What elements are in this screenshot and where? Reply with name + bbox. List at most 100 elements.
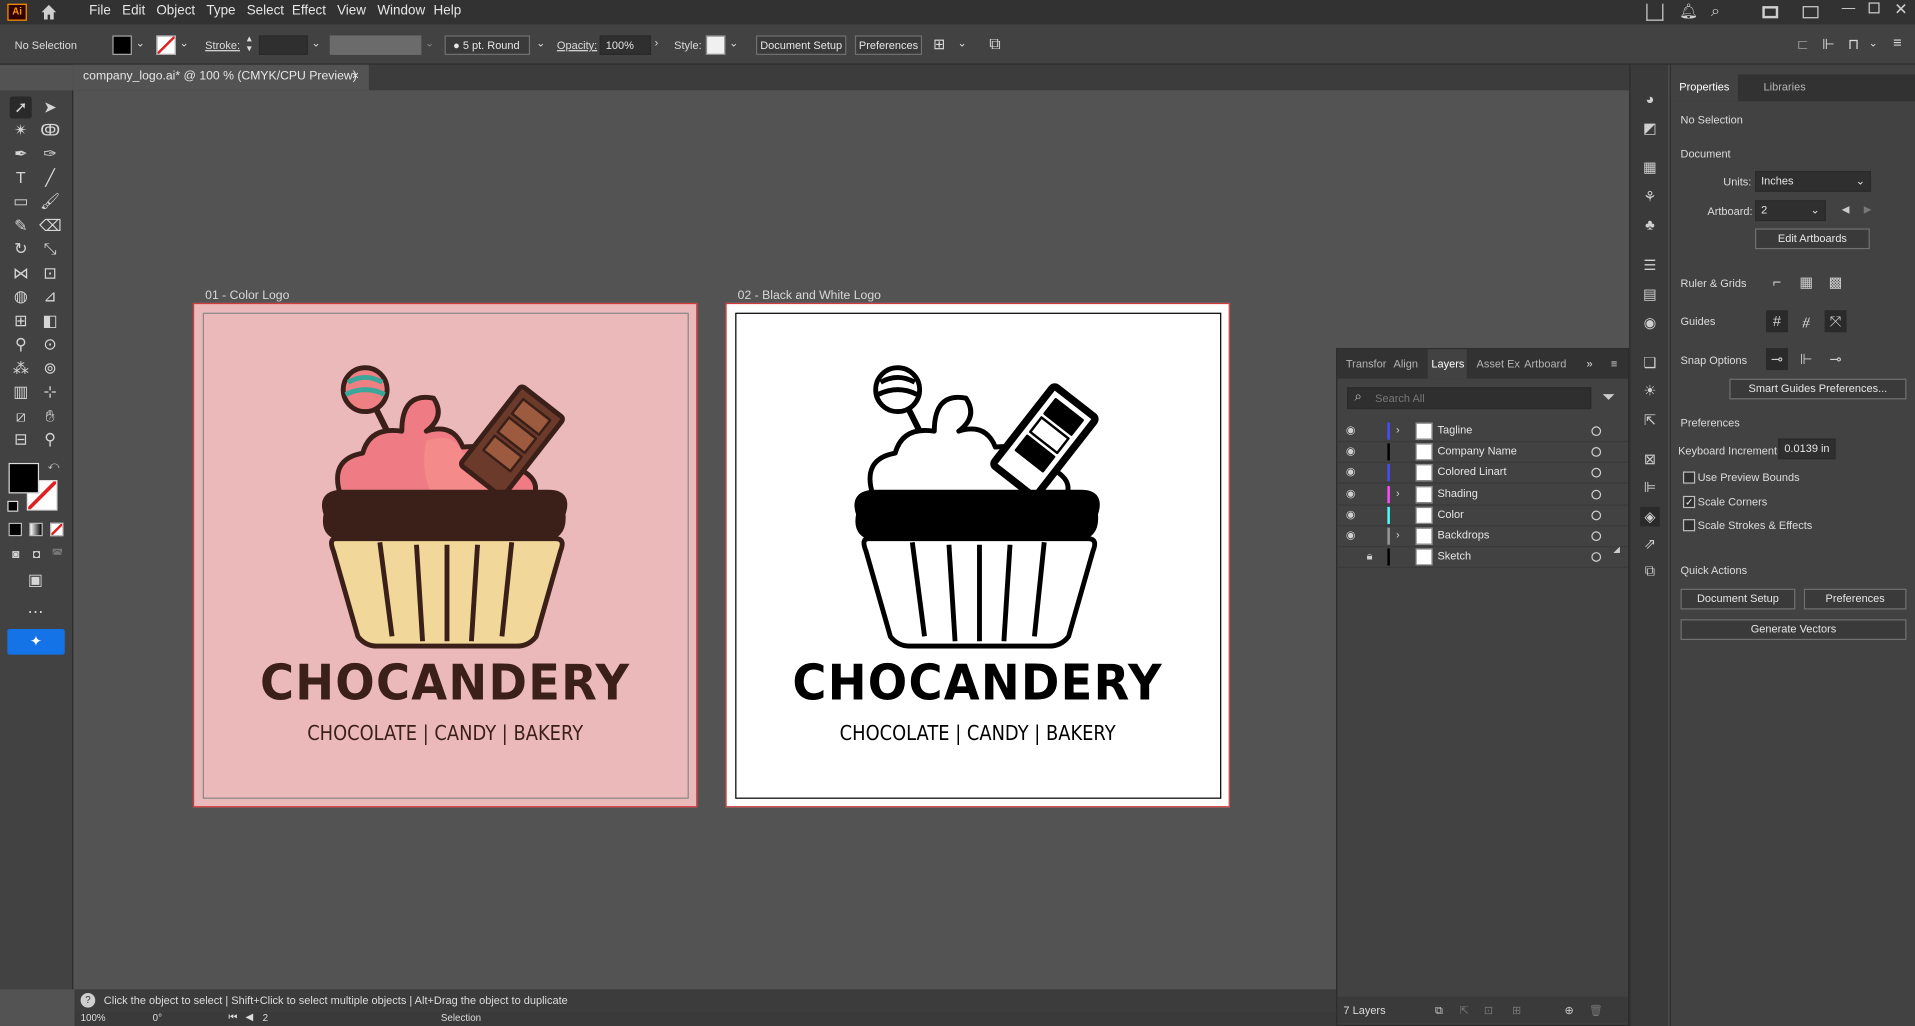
tab-layers[interactable]: Layers: [1427, 349, 1467, 379]
help-icon[interactable]: ?: [80, 992, 96, 1008]
gradient-mode-icon[interactable]: [29, 522, 43, 537]
column-graph-icon[interactable]: ▥: [10, 381, 32, 403]
use-preview-bounds-checkbox[interactable]: [1682, 471, 1696, 484]
pen-tool-icon[interactable]: ✒: [10, 143, 32, 165]
visibility-eye-icon[interactable]: ◉: [1346, 466, 1356, 479]
symbol-sprayer-icon[interactable]: ⁂: [10, 358, 32, 380]
close-icon[interactable]: ✕: [1894, 0, 1907, 20]
slice-tool-icon[interactable]: ⧄: [10, 406, 32, 428]
snap-to-pixel-icon[interactable]: ⊩: [1795, 348, 1817, 370]
artboard-tool-icon[interactable]: ⊹: [39, 381, 61, 403]
panel-menu-icon[interactable]: ≡: [1893, 34, 1902, 51]
qa-preferences-button[interactable]: Preferences: [1803, 588, 1907, 610]
transform-icon[interactable]: ⊓: [1848, 35, 1859, 52]
variable-width-profile[interactable]: [329, 35, 422, 55]
visibility-eye-icon[interactable]: ◉: [1346, 445, 1356, 458]
color-mode-icon[interactable]: [8, 522, 22, 537]
layer-name[interactable]: Sketch: [1437, 550, 1471, 562]
minimize-icon[interactable]: —: [1842, 1, 1855, 16]
lasso-icon[interactable]: ↂ: [39, 120, 61, 142]
magic-wand-icon[interactable]: ✴: [10, 120, 32, 142]
locate-object-icon[interactable]: ⇱: [1459, 997, 1468, 1024]
rulers-icon[interactable]: ⌐: [1766, 271, 1788, 293]
tab-transform[interactable]: Transfor: [1346, 349, 1387, 378]
line-tool-icon[interactable]: ╱: [39, 167, 61, 189]
tab-artboards[interactable]: Artboard: [1524, 349, 1566, 378]
layer-row[interactable]: ◉ › Tagline: [1337, 421, 1628, 443]
direct-selection-tool-icon[interactable]: ➤: [39, 96, 61, 118]
layer-name[interactable]: Backdrops: [1437, 529, 1489, 541]
graphic-style-swatch[interactable]: [705, 35, 726, 55]
transform-panel-icon[interactable]: ⊠: [1640, 449, 1660, 469]
hand-tool-icon[interactable]: ✋︎: [39, 406, 61, 428]
stroke-weight-field[interactable]: [258, 35, 308, 55]
edit-toolbar-icon[interactable]: ⋯: [24, 601, 46, 623]
selection-tool-icon[interactable]: ➚: [9, 96, 32, 119]
qa-document-setup-button[interactable]: Document Setup: [1680, 588, 1796, 610]
layer-target-icon[interactable]: [1591, 447, 1602, 458]
mesh-tool-icon[interactable]: ⊞: [10, 310, 32, 332]
layer-target-icon[interactable]: [1591, 426, 1602, 437]
edit-artboards-button[interactable]: Edit Artboards: [1755, 228, 1870, 250]
document-tab[interactable]: company_logo.ai* @ 100 % (CMYK/CPU Previ…: [73, 64, 369, 91]
visibility-eye-icon[interactable]: ◉: [1346, 424, 1356, 437]
show-guides-icon[interactable]: #: [1765, 310, 1788, 333]
visibility-eye-icon[interactable]: ◉: [1346, 508, 1356, 521]
layer-target-icon[interactable]: [1591, 510, 1602, 521]
free-transform-icon[interactable]: ⊡: [39, 263, 61, 285]
appearance-icon[interactable]: ❏: [1640, 353, 1660, 373]
filter-icon[interactable]: ⏷: [1602, 387, 1615, 407]
menu-window[interactable]: Window: [377, 4, 425, 19]
transparency-grid-icon[interactable]: ▩: [1825, 271, 1847, 293]
rotate-tool-icon[interactable]: ↻: [10, 238, 32, 260]
fill-swatch[interactable]: [112, 35, 132, 55]
align-center-icon[interactable]: ⊩: [1822, 35, 1835, 52]
blend-tool-icon[interactable]: ⊙: [39, 333, 61, 355]
generative-recolor-icon[interactable]: ✦: [7, 629, 65, 655]
first-artboard-icon[interactable]: ⏮: [228, 1011, 237, 1023]
arrange-icon[interactable]: ⊞: [933, 35, 945, 52]
menu-select[interactable]: Select: [247, 4, 284, 19]
swap-fill-stroke-icon[interactable]: ⤺: [48, 459, 60, 472]
symbols-icon[interactable]: ♣: [1640, 215, 1660, 235]
preferences-button[interactable]: Preferences: [854, 35, 923, 55]
document-setup-button[interactable]: Document Setup: [755, 35, 847, 55]
layers-search-input[interactable]: Search All: [1347, 387, 1592, 410]
grid-icon[interactable]: ▦: [1795, 271, 1817, 293]
stroke-swatch[interactable]: [156, 35, 176, 55]
print-tiling-icon[interactable]: ⊟: [10, 429, 32, 451]
swatches-icon[interactable]: ▦: [1640, 158, 1660, 178]
stroke-panel-icon[interactable]: ☰: [1640, 255, 1660, 275]
snap-to-glyph-icon[interactable]: ⊸: [1825, 348, 1847, 370]
menu-edit[interactable]: Edit: [122, 4, 145, 19]
graphic-styles-icon[interactable]: ☀: [1640, 381, 1660, 401]
arrange-docs-icon[interactable]: [1802, 6, 1819, 19]
export-icon[interactable]: ⇱: [1640, 410, 1660, 430]
fill-color-icon[interactable]: [8, 462, 40, 494]
paintbrush-icon[interactable]: 🖌︎: [39, 191, 61, 213]
opacity-label[interactable]: Opacity:: [557, 39, 597, 51]
style-dropdown-icon[interactable]: ⌄: [729, 37, 738, 50]
expand-tabs-icon[interactable]: »: [1586, 349, 1592, 378]
brushes-icon[interactable]: ⚘: [1640, 187, 1660, 207]
profile-dropdown-icon[interactable]: ⌄: [425, 37, 434, 50]
tab-asset-export[interactable]: Asset Ex: [1477, 349, 1520, 378]
share-icon[interactable]: [1646, 3, 1664, 21]
zoom-field[interactable]: 100%: [81, 1013, 106, 1024]
maximize-icon[interactable]: [1868, 2, 1880, 14]
fill-dropdown-icon[interactable]: ⌄: [136, 37, 145, 50]
gradient-tool-icon[interactable]: ◧: [39, 310, 61, 332]
prev-artboard-icon[interactable]: ◀: [1842, 204, 1850, 215]
layer-row[interactable]: ◉ Color: [1337, 505, 1628, 527]
workspace-icon[interactable]: [1762, 6, 1779, 19]
layer-target-icon[interactable]: [1591, 531, 1602, 542]
visibility-eye-icon[interactable]: ◉: [1346, 487, 1356, 500]
rotation-field[interactable]: 0°: [153, 1013, 162, 1024]
layer-name[interactable]: Company Name: [1437, 445, 1516, 457]
smart-guides-icon[interactable]: ⤧: [1824, 310, 1847, 333]
layer-name[interactable]: Colored Linart: [1437, 466, 1506, 478]
transform-dropdown-icon[interactable]: ⌄: [1869, 37, 1878, 50]
align-panel-icon[interactable]: ⊫: [1640, 478, 1660, 498]
layer-row[interactable]: ◉ › Backdrops: [1337, 526, 1628, 548]
visibility-eye-icon[interactable]: ◉: [1346, 529, 1356, 542]
